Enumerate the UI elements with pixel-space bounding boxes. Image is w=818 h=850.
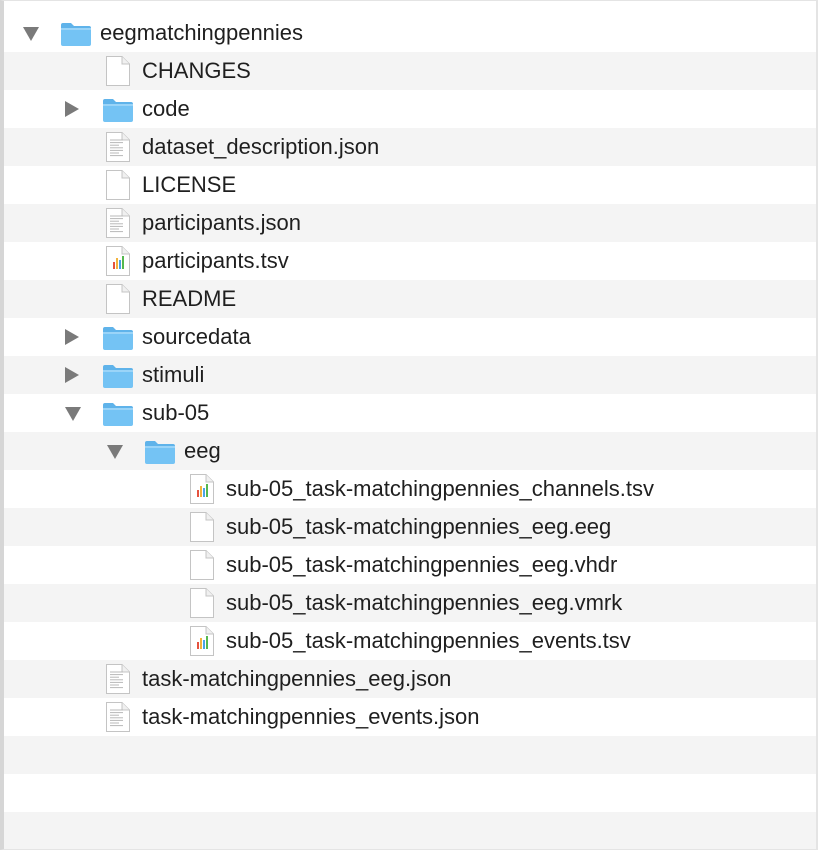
tree-row-code[interactable]: code — [4, 90, 816, 128]
tree-row-sub-05-task-matchingpennies-events-tsv[interactable]: sub-05_task-matchingpennies_events.tsv — [4, 622, 816, 660]
tree-row-sub-05[interactable]: sub-05 — [4, 394, 816, 432]
tree-row-label: eeg — [184, 438, 221, 463]
tree-row-changes[interactable]: CHANGES — [4, 52, 816, 90]
disclosure-expanded-icon[interactable] — [23, 27, 39, 41]
blank-file-icon — [105, 55, 131, 92]
tree-row-label: CHANGES — [142, 58, 251, 83]
tree-row-dataset-description-json[interactable]: dataset_description.json — [4, 128, 816, 166]
tree-row-label: sub-05 — [142, 400, 210, 425]
blank-file-icon — [105, 283, 131, 320]
empty-row — [4, 736, 816, 774]
folder-icon — [60, 20, 92, 53]
empty-row — [4, 812, 816, 849]
tree-row-label: LICENSE — [142, 172, 237, 197]
tree-row-label: README — [142, 286, 237, 311]
blank-file-icon — [189, 587, 215, 624]
tree-row-license[interactable]: LICENSE — [4, 166, 816, 204]
text-file-icon — [105, 131, 131, 168]
text-file-icon — [105, 207, 131, 244]
tree-row-label: sub-05_task-matchingpennies_eeg.eeg — [226, 514, 612, 539]
tree-row-task-matchingpennies-events-json[interactable]: task-matchingpennies_events.json — [4, 698, 816, 736]
blank-file-icon — [189, 549, 215, 586]
tree-row-participants-tsv[interactable]: participants.tsv — [4, 242, 816, 280]
folder-icon — [144, 438, 176, 471]
tree-row-label: stimuli — [142, 362, 205, 387]
tree-row-label: participants.json — [142, 210, 301, 235]
text-file-icon — [105, 663, 131, 700]
tree-row-label: dataset_description.json — [142, 134, 380, 159]
tree-row-sub-05-task-matchingpennies-channels-tsv[interactable]: sub-05_task-matchingpennies_channels.tsv — [4, 470, 816, 508]
blank-file-icon — [189, 511, 215, 548]
tree-row-label: task-matchingpennies_events.json — [142, 704, 480, 729]
spreadsheet-file-icon — [189, 473, 215, 510]
disclosure-collapsed-icon[interactable] — [65, 329, 79, 345]
text-file-icon — [105, 701, 131, 738]
empty-row — [4, 774, 816, 812]
tree-row-sub-05-task-matchingpennies-eeg-vhdr[interactable]: sub-05_task-matchingpennies_eeg.vhdr — [4, 546, 816, 584]
tree-row-readme[interactable]: README — [4, 280, 816, 318]
disclosure-expanded-icon[interactable] — [65, 407, 81, 421]
tree-row-label: eegmatchingpennies — [100, 20, 304, 45]
disclosure-collapsed-icon[interactable] — [65, 367, 79, 383]
tree-row-stimuli[interactable]: stimuli — [4, 356, 816, 394]
folder-icon — [102, 400, 134, 433]
tree-row-label: participants.tsv — [142, 248, 289, 273]
tree-row-label: sub-05_task-matchingpennies_eeg.vmrk — [226, 590, 623, 615]
tree-row-task-matchingpennies-eeg-json[interactable]: task-matchingpennies_eeg.json — [4, 660, 816, 698]
tree-row-sourcedata[interactable]: sourcedata — [4, 318, 816, 356]
tree-row-sub-05-task-matchingpennies-eeg-eeg[interactable]: sub-05_task-matchingpennies_eeg.eeg — [4, 508, 816, 546]
tree-row-sub-05-task-matchingpennies-eeg-vmrk[interactable]: sub-05_task-matchingpennies_eeg.vmrk — [4, 584, 816, 622]
tree-row-eeg[interactable]: eeg — [4, 432, 816, 470]
folder-icon — [102, 96, 134, 129]
tree-row-label: sub-05_task-matchingpennies_eeg.vhdr — [226, 552, 618, 577]
disclosure-collapsed-icon[interactable] — [65, 101, 79, 117]
tree-row-label: sourcedata — [142, 324, 251, 349]
file-tree: eegmatchingpennies CHANGES code dataset_des… — [0, 0, 818, 850]
disclosure-expanded-icon[interactable] — [107, 445, 123, 459]
tree-row-label: sub-05_task-matchingpennies_channels.tsv — [226, 476, 655, 501]
folder-icon — [102, 324, 134, 357]
spreadsheet-file-icon — [189, 625, 215, 662]
spreadsheet-file-icon — [105, 245, 131, 282]
tree-row-label: code — [142, 96, 190, 121]
tree-row-eegmatchingpennies[interactable]: eegmatchingpennies — [4, 14, 816, 52]
folder-icon — [102, 362, 134, 395]
tree-row-label: task-matchingpennies_eeg.json — [142, 666, 452, 691]
tree-row-participants-json[interactable]: participants.json — [4, 204, 816, 242]
blank-file-icon — [105, 169, 131, 206]
tree-row-label: sub-05_task-matchingpennies_events.tsv — [226, 628, 631, 653]
